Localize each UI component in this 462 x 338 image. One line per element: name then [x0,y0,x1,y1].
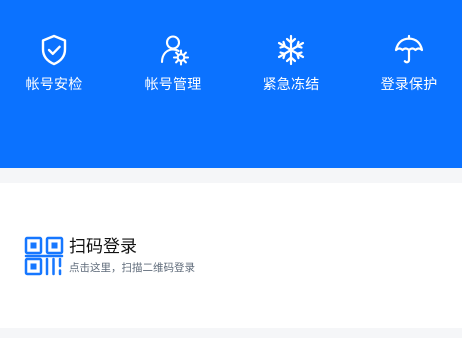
scan-login-card: 扫码登录 点击这里，扫描二维码登录 [0,183,462,328]
umbrella-icon [391,32,427,68]
login-protection-button[interactable]: 登录保护 [364,30,454,100]
account-management-button[interactable]: 帐号管理 [128,30,218,100]
qr-code-icon [24,236,64,276]
bottom-divider [0,328,462,338]
login-protection-label: 登录保护 [380,77,438,93]
scan-login-button[interactable]: 扫码登录 点击这里，扫描二维码登录 [24,235,284,279]
scan-login-subtitle: 点击这里，扫描二维码登录 [69,262,195,274]
account-security-check-label: 帐号安检 [25,77,83,93]
shield-check-icon [36,32,72,68]
feature-row: 帐号安检 帐号管理 紧急冻结 登录保护 [0,30,462,100]
account-management-label: 帐号管理 [144,77,202,93]
scan-login-title: 扫码登录 [69,237,137,257]
emergency-freeze-label: 紧急冻结 [262,77,320,93]
snowflake-icon [273,32,309,68]
security-feature-panel: 帐号安检 帐号管理 紧急冻结 登录保护 [0,0,462,168]
user-gear-icon [155,32,191,68]
emergency-freeze-button[interactable]: 紧急冻结 [246,30,336,100]
account-security-check-button[interactable]: 帐号安检 [9,30,99,100]
